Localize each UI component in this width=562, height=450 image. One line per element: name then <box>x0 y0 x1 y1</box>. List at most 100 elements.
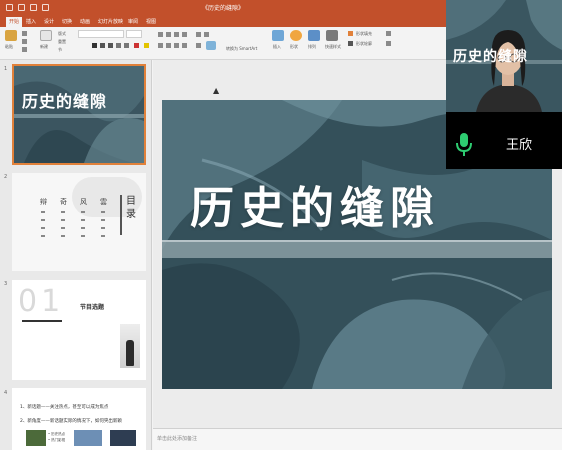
underline-icon[interactable] <box>108 43 113 48</box>
tab-transitions[interactable]: 切换 <box>62 18 72 25</box>
slide-number: 3 <box>4 281 8 287</box>
slide-4-bullet: • 历史热点 <box>48 432 66 436</box>
vase-shape <box>126 340 134 366</box>
reset-button[interactable]: 重置 <box>58 39 66 45</box>
section-button[interactable]: 节 <box>58 47 62 53</box>
tab-view[interactable]: 视图 <box>146 18 156 25</box>
toc-row-placeholder <box>41 211 111 213</box>
new-slide-icon[interactable] <box>40 30 52 41</box>
convert-smartart-label: 转换为 SmartArt <box>226 46 258 51</box>
align-center-icon[interactable] <box>166 43 171 48</box>
toc-divider <box>120 195 122 235</box>
slide-1-background <box>14 66 144 163</box>
arrange-label: 排列 <box>308 44 316 49</box>
title-bar: 《历史的缝隙》 <box>0 0 446 16</box>
slide-thumbnail-4[interactable]: 1、新话题——关注热点，甚至可以成为焦点 2、新角度——新话题实际的情况下，如何… <box>12 388 146 450</box>
webcam-slide-title: 历史的缝隙 <box>453 49 528 65</box>
slide-4-image <box>26 430 46 446</box>
numbering-icon[interactable] <box>166 32 171 37</box>
shape-fill-icon[interactable] <box>348 31 353 36</box>
highlight-icon[interactable] <box>144 43 149 48</box>
slide-thumbnail-3[interactable]: 01 节目选题 <box>12 280 146 380</box>
quick-styles-label: 快速样式 <box>325 44 341 49</box>
columns-icon[interactable] <box>204 32 209 37</box>
tab-insert[interactable]: 插入 <box>26 18 36 25</box>
tab-review[interactable]: 审阅 <box>128 18 138 25</box>
picture-icon[interactable] <box>272 30 284 41</box>
decrease-indent-icon[interactable] <box>174 32 179 37</box>
section-underline <box>22 320 62 322</box>
microphone-icon <box>456 133 472 156</box>
section-title: 节目选题 <box>80 304 105 311</box>
participant-name-bar: 王欣 <box>446 112 562 169</box>
participant-name: 王欣 <box>506 138 533 153</box>
notes-placeholder: 单击此处添加备注 <box>157 436 198 442</box>
new-slide-label: 新建 <box>40 44 48 49</box>
layout-button[interactable]: 版式 <box>58 31 66 37</box>
ribbon-tabs: 开始 插入 设计 切换 动画 幻灯片放映 审阅 视图 <box>0 16 446 27</box>
copy-icon[interactable] <box>22 39 27 44</box>
slide-4-image <box>74 430 102 446</box>
slide-title[interactable]: 历史的缝隙 <box>190 172 440 236</box>
strikethrough-icon[interactable] <box>116 43 121 48</box>
quick-styles-icon[interactable] <box>326 30 338 41</box>
notes-pane[interactable]: 单击此处添加备注 <box>153 428 562 450</box>
align-right-icon[interactable] <box>174 43 179 48</box>
webcam-video: 历史的缝隙 <box>446 0 562 112</box>
arrange-icon[interactable] <box>308 30 320 41</box>
toc-column-heading: 辩 <box>40 198 47 206</box>
shapes-label: 形状 <box>290 44 298 49</box>
smartart-icon[interactable] <box>206 41 216 50</box>
toc-title: 目录 <box>126 196 136 220</box>
font-size-select[interactable] <box>126 30 142 38</box>
find-icon[interactable] <box>386 31 391 36</box>
bullets-icon[interactable] <box>158 32 163 37</box>
ribbon-toolbar: 粘贴 新建 版式 重置 节 转换为 SmartArt 插入 形状 排列 快速样式… <box>0 27 446 60</box>
slide-4-line: 2、新角度——新话题实际的情况下，如何突出新颖 <box>20 419 122 424</box>
tab-slideshow[interactable]: 幻灯片放映 <box>98 18 123 25</box>
slide-4-image <box>110 430 136 446</box>
toc-column-heading: 风 <box>80 198 87 206</box>
shape-outline-label: 形状轮廓 <box>356 41 372 46</box>
italic-icon[interactable] <box>100 43 105 48</box>
toc-column-heading: 雲 <box>100 198 107 206</box>
format-painter-icon[interactable] <box>22 47 27 52</box>
slide-4-bullet: • 热门影视 <box>48 438 66 442</box>
increase-indent-icon[interactable] <box>182 32 187 37</box>
powerpoint-window: 《历史的缝隙》 开始 插入 设计 切换 动画 幻灯片放映 审阅 视图 粘贴 新建… <box>0 0 562 450</box>
slide-4-line: 1、新话题——关注热点，甚至可以成为焦点 <box>20 405 109 410</box>
text-direction-icon[interactable] <box>196 32 201 37</box>
shape-fill-label: 形状填充 <box>356 31 372 36</box>
section-number: 01 <box>18 284 65 319</box>
justify-icon[interactable] <box>182 43 187 48</box>
replace-icon[interactable] <box>386 41 391 46</box>
paste-icon[interactable] <box>5 30 17 41</box>
toc-row-placeholder <box>41 227 111 229</box>
shape-outline-icon[interactable] <box>348 41 353 46</box>
toc-row-placeholder <box>41 219 111 221</box>
font-name-select[interactable] <box>78 30 124 38</box>
insert-picture-label: 插入 <box>273 44 281 49</box>
document-title: 《历史的缝隙》 <box>201 5 244 12</box>
slide-thumbnail-2[interactable]: 辩 奇 风 雲 目录 <box>12 173 146 271</box>
tab-design[interactable]: 设计 <box>44 18 54 25</box>
paste-label: 粘贴 <box>5 44 13 49</box>
cut-icon[interactable] <box>22 31 27 36</box>
tab-home[interactable]: 开始 <box>6 17 23 27</box>
slide-thumbnail-panel[interactable]: 1 历史的缝隙 2 辩 奇 风 雲 目录 3 01 节目选题 4 1、新话题——… <box>0 60 152 450</box>
shapes-icon[interactable] <box>290 30 302 41</box>
font-color-icon[interactable] <box>134 43 139 48</box>
bold-icon[interactable] <box>92 43 97 48</box>
align-left-icon[interactable] <box>158 43 163 48</box>
slide-number: 1 <box>4 66 8 72</box>
mouse-cursor-icon: ▲ <box>213 86 220 95</box>
slide-number: 2 <box>4 174 8 180</box>
slide-1-title: 历史的缝隙 <box>22 92 108 111</box>
slide-thumbnail-1[interactable]: 历史的缝隙 <box>12 64 146 165</box>
superscript-icon[interactable] <box>124 43 129 48</box>
align-text-icon[interactable] <box>196 43 201 48</box>
tab-animations[interactable]: 动画 <box>80 18 90 25</box>
toc-column-heading: 奇 <box>60 198 67 206</box>
toc-row-placeholder <box>41 235 111 237</box>
slide-number: 4 <box>4 390 8 396</box>
